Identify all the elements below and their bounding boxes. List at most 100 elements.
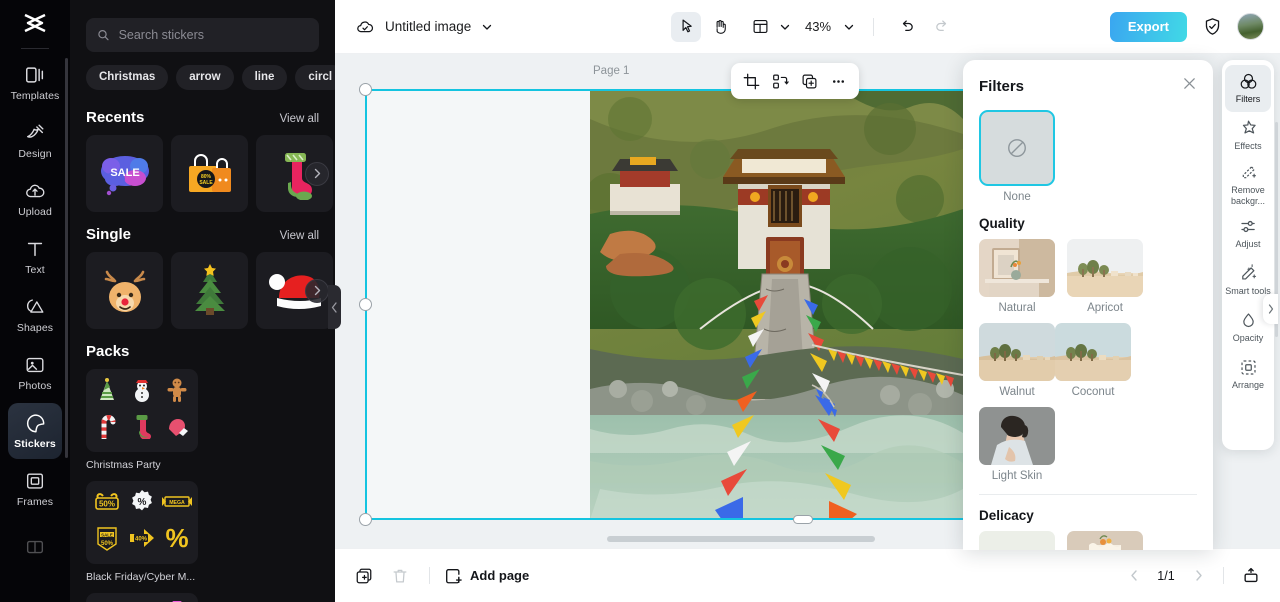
resize-handle-bottom-left[interactable] — [359, 513, 372, 526]
svg-text:SALE: SALE — [101, 533, 113, 538]
filter-delicacy-2[interactable] — [1067, 531, 1143, 550]
pack-thumbnails[interactable]: UP TO 50% OPEN BUY SALE — [86, 593, 198, 602]
app-logo[interactable] — [0, 0, 70, 46]
layout-tool-button[interactable] — [745, 12, 775, 42]
sidebar-item-upload[interactable]: Upload — [8, 171, 62, 227]
filter-walnut[interactable]: Walnut — [979, 323, 1055, 398]
tool-label: Adjust — [1235, 239, 1261, 250]
sticker-reindeer[interactable] — [86, 252, 163, 329]
view-all-recents[interactable]: View all — [280, 113, 319, 125]
tool-filters[interactable]: Filters — [1225, 65, 1271, 112]
sidebar-item-label: Text — [25, 264, 45, 276]
document-title[interactable]: Untitled image — [385, 19, 471, 34]
image-editor-app: Templates Design Upload Text Shapes Phot… — [0, 0, 1280, 602]
sidebar-item-design[interactable]: Design — [8, 113, 62, 169]
pack-label: Christmas Party — [86, 459, 161, 471]
more-options-button[interactable] — [825, 68, 852, 95]
sidebar-item-more[interactable] — [8, 519, 62, 575]
sticker-christmas-tree[interactable] — [171, 252, 248, 329]
pack-christmas-party[interactable]: Christmas Party — [86, 369, 198, 471]
resize-handle-top-left[interactable] — [359, 83, 372, 96]
pack-black-friday[interactable]: 50% % MEGA SALE 50% 40% % Black Friday/C… — [86, 481, 198, 583]
tool-effects[interactable]: Effects — [1225, 112, 1271, 159]
redo-button[interactable] — [926, 12, 956, 42]
add-page-button[interactable]: Add page — [444, 567, 529, 585]
filter-light-skin[interactable]: Light Skin — [979, 407, 1055, 482]
pack-shopping[interactable]: UP TO 50% OPEN BUY SALE — [86, 593, 198, 602]
recents-next-button[interactable] — [305, 161, 329, 186]
sticker-sale-bubble[interactable]: SALE — [86, 135, 163, 212]
pack-thumbnails[interactable]: 50% % MEGA SALE 50% 40% % — [86, 481, 198, 564]
security-button[interactable] — [1197, 12, 1227, 42]
percent-badge-icon: % — [129, 489, 155, 520]
crop-button[interactable] — [738, 68, 765, 95]
duplicate-button[interactable] — [796, 68, 823, 95]
filter-thumbnail — [1067, 531, 1143, 550]
rail-scrollbar[interactable] — [65, 58, 68, 458]
collapse-tools-rail-button[interactable] — [1263, 294, 1278, 324]
chevron-down-icon[interactable] — [779, 21, 791, 33]
zoom-level[interactable]: 43% — [805, 19, 831, 34]
tool-label: Filters — [1235, 94, 1261, 105]
none-slash-icon — [1008, 139, 1026, 157]
tool-adjust[interactable]: Adjust — [1225, 210, 1271, 257]
sticker-shopping-bag-sale[interactable]: 80% SALE — [171, 135, 248, 212]
search-input[interactable] — [118, 28, 308, 42]
filter-thumbnail — [1067, 239, 1143, 297]
resize-handle-left-middle[interactable] — [359, 298, 372, 311]
canvas-tools-group: 43% — [671, 11, 956, 42]
chevron-left-icon — [331, 301, 337, 313]
undo-icon — [902, 20, 913, 31]
chip-line[interactable]: line — [241, 65, 288, 90]
sidebar-item-label: Frames — [16, 496, 54, 508]
next-page-button[interactable] — [1185, 563, 1211, 589]
delete-page-button[interactable] — [385, 561, 415, 591]
close-filters-button[interactable] — [1182, 76, 1197, 96]
select-tool-button[interactable] — [671, 11, 701, 42]
grid-icon — [26, 540, 44, 554]
layout-icon — [753, 19, 767, 34]
replace-button[interactable] — [767, 68, 794, 95]
filter-coconut[interactable]: Coconut — [1055, 323, 1131, 398]
view-all-single[interactable]: View all — [280, 230, 319, 242]
sidebar-item-shapes[interactable]: Shapes — [8, 287, 62, 343]
adjust-sliders-icon — [1240, 221, 1255, 233]
tool-arrange[interactable]: Arrange — [1225, 351, 1271, 398]
chevron-down-icon[interactable] — [481, 21, 493, 33]
selected-image[interactable] — [590, 89, 963, 520]
filter-none[interactable]: None — [979, 110, 1055, 203]
filter-none-thumb[interactable] — [979, 110, 1055, 186]
sidebar-item-frames[interactable]: Frames — [8, 461, 62, 517]
undo-button[interactable] — [892, 12, 922, 42]
present-button[interactable] — [1236, 561, 1266, 591]
pack-thumbnails[interactable] — [86, 369, 198, 452]
tool-remove-background[interactable]: Remove backgr... — [1225, 159, 1271, 210]
stickers-panel: Christmas arrow line circl Recents View … — [70, 0, 335, 602]
sidebar-item-photos[interactable]: Photos — [8, 345, 62, 401]
more-dots-icon — [832, 79, 845, 83]
filter-natural[interactable]: Natural — [979, 239, 1055, 314]
search-stickers-box[interactable] — [86, 18, 319, 52]
collapse-stickers-panel-button[interactable] — [328, 285, 341, 329]
sidebar-item-templates[interactable]: Templates — [8, 55, 62, 111]
resize-handle-bottom-center[interactable] — [793, 515, 813, 524]
user-avatar[interactable] — [1237, 13, 1264, 40]
filter-apricot[interactable]: Apricot — [1067, 239, 1143, 314]
tool-label: Opacity — [1232, 333, 1264, 344]
single-next-button[interactable] — [305, 278, 329, 303]
export-button[interactable]: Export — [1109, 11, 1187, 42]
filters-list[interactable]: None Quality Natural Apricot Walnut Coco… — [963, 102, 1213, 550]
hand-tool-button[interactable] — [705, 12, 735, 42]
filter-delicacy-1[interactable] — [979, 531, 1055, 550]
canvas-horizontal-scrollbar[interactable] — [607, 536, 875, 542]
chip-christmas[interactable]: Christmas — [86, 65, 169, 90]
previous-page-button[interactable] — [1121, 563, 1147, 589]
chevron-down-icon[interactable] — [843, 21, 855, 33]
chip-arrow[interactable]: arrow — [176, 65, 234, 90]
duplicate-page-button[interactable] — [349, 561, 379, 591]
chip-circle[interactable]: circl — [295, 65, 335, 90]
filter-label: Natural — [998, 302, 1036, 314]
filter-thumbnail — [979, 239, 1055, 297]
sidebar-item-stickers[interactable]: Stickers — [8, 403, 62, 459]
sidebar-item-text[interactable]: Text — [8, 229, 62, 285]
